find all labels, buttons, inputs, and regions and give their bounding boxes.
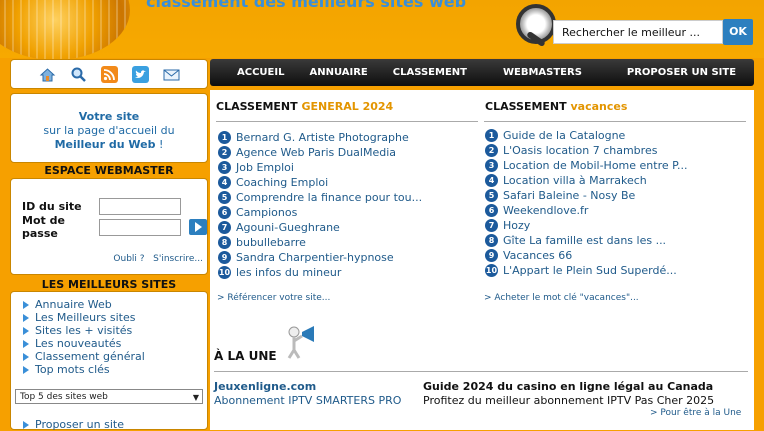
table-row[interactable]: 7 Hozy bbox=[485, 218, 688, 233]
webmaster-panel: ID du site Mot de passe Oubli ? S'inscri… bbox=[10, 178, 208, 275]
nav-accueil[interactable]: ACCUEIL bbox=[237, 67, 284, 78]
table-row[interactable]: 6 Campionos bbox=[218, 205, 422, 220]
divider bbox=[214, 371, 748, 372]
une-title: À LA UNE bbox=[214, 349, 277, 363]
site-id-field[interactable] bbox=[99, 198, 181, 215]
table-row[interactable]: 3 Location de Mobil-Home entre P... bbox=[485, 158, 688, 173]
une-left-sub[interactable]: Abonnement IPTV SMARTERS PRO bbox=[214, 394, 401, 407]
account-links: Oubli ? S'inscrire... bbox=[113, 254, 203, 264]
best-sites-title: LES MEILLEURS SITES bbox=[41, 278, 177, 291]
list-item[interactable]: Sites les + visités bbox=[23, 324, 207, 337]
une-promote-link[interactable]: > Pour être à la Une bbox=[650, 408, 741, 418]
promo-line3-suffix: ! bbox=[155, 138, 164, 151]
une-right-sub[interactable]: Profitez du meilleur abonnement IPTV Pas… bbox=[423, 394, 714, 407]
table-row[interactable]: 8 Gîte La famille est dans les ... bbox=[485, 233, 688, 248]
main-content: CLASSEMENT GENERAL 2024 1 Bernard G. Arti… bbox=[210, 90, 754, 430]
list-item[interactable]: Les Meilleurs sites bbox=[23, 311, 207, 324]
megaphone-mascot-icon bbox=[280, 320, 320, 360]
best-sites-list: Annuaire Web Les Meilleurs sites Sites l… bbox=[11, 292, 207, 376]
table-row[interactable]: 4 Location villa à Marrakech bbox=[485, 173, 688, 188]
table-row[interactable]: 6 Weekendlove.fr bbox=[485, 203, 688, 218]
nav-classement[interactable]: CLASSEMENT bbox=[393, 67, 467, 78]
ranking-general-list: 1 Bernard G. Artiste Photographe 2 Agence … bbox=[218, 130, 422, 280]
search-button[interactable]: OK bbox=[723, 19, 753, 45]
ranking-vacances-list: 1 Guide de la Catalogne 2 L'Oasis location… bbox=[485, 128, 688, 278]
password-field[interactable] bbox=[99, 219, 181, 236]
table-row[interactable]: 7 Agouni-Gueghrane bbox=[218, 220, 422, 235]
webmaster-title: ESPACE WEBMASTER bbox=[44, 164, 174, 177]
promo-box[interactable]: Votre site sur la page d'accueil du Meil… bbox=[10, 93, 208, 163]
arrow-icon bbox=[23, 365, 29, 374]
mail-icon[interactable] bbox=[163, 66, 180, 83]
search-input[interactable]: Rechercher le meilleur ... bbox=[553, 20, 723, 44]
icon-bar bbox=[10, 59, 208, 89]
propose-site-link[interactable]: Proposer un site bbox=[23, 418, 124, 431]
table-row[interactable]: 9 Vacances 66 bbox=[485, 248, 688, 263]
forgot-link[interactable]: Oubli ? bbox=[113, 254, 144, 264]
search-icon[interactable] bbox=[70, 66, 87, 83]
list-item[interactable]: Top mots clés bbox=[23, 363, 207, 376]
nav-proposer[interactable]: PROPOSER UN SITE bbox=[627, 67, 736, 78]
list-item[interactable]: Annuaire Web bbox=[23, 298, 207, 311]
arrow-icon bbox=[23, 339, 29, 348]
table-row[interactable]: 9 Sandra Charpentier-hypnose bbox=[218, 250, 422, 265]
une-left-title[interactable]: Jeuxenligne.com bbox=[214, 380, 316, 393]
table-row[interactable]: 10 les infos du mineur bbox=[218, 265, 422, 280]
top-sites-select[interactable]: Top 5 des sites web bbox=[15, 389, 203, 405]
rss-icon[interactable] bbox=[100, 65, 118, 83]
main-nav: ACCUEIL ANNUAIRE CLASSEMENT WEBMASTERS P… bbox=[210, 59, 754, 86]
home-icon[interactable] bbox=[39, 66, 56, 83]
header: classement des meilleurs sites web Reche… bbox=[0, 0, 764, 60]
password-label: Mot de passe bbox=[22, 214, 65, 240]
arrow-icon bbox=[23, 352, 29, 361]
une-right-title[interactable]: Guide 2024 du casino en ligne légal au C… bbox=[423, 380, 713, 393]
globe-logo bbox=[0, 0, 130, 60]
twitter-icon[interactable] bbox=[131, 65, 149, 83]
list-item[interactable]: Les nouveautés bbox=[23, 337, 207, 350]
table-row[interactable]: 5 Comprendre la finance pour tou... bbox=[218, 190, 422, 205]
site-id-label: ID du site bbox=[22, 200, 82, 213]
referencer-link[interactable]: > Référencer votre site... bbox=[217, 293, 330, 303]
nav-annuaire[interactable]: ANNUAIRE bbox=[309, 67, 367, 78]
arrow-icon bbox=[23, 420, 29, 429]
site-tagline: classement des meilleurs sites web bbox=[146, 0, 467, 11]
login-button[interactable] bbox=[189, 219, 207, 235]
ranking-vacances-title: CLASSEMENT vacances bbox=[485, 100, 628, 113]
list-item[interactable]: Classement général bbox=[23, 350, 207, 363]
best-sites-panel: Annuaire Web Les Meilleurs sites Sites l… bbox=[10, 291, 208, 431]
table-row[interactable]: 2 Agence Web Paris DualMedia bbox=[218, 145, 422, 160]
table-row[interactable]: 1 Guide de la Catalogne bbox=[485, 128, 688, 143]
signup-link[interactable]: S'inscrire... bbox=[153, 254, 203, 264]
table-row[interactable]: 8 bubullebarre bbox=[218, 235, 422, 250]
table-row[interactable]: 1 Bernard G. Artiste Photographe bbox=[218, 130, 422, 145]
nav-webmasters[interactable]: WEBMASTERS bbox=[503, 67, 582, 78]
table-row[interactable]: 5 Safari Baleine - Nosy Be bbox=[485, 188, 688, 203]
promo-line2: sur la page d'accueil du bbox=[43, 124, 175, 137]
divider bbox=[216, 121, 478, 122]
promo-line1: Votre site bbox=[78, 110, 140, 123]
promo-line3: Meilleur du Web bbox=[54, 138, 156, 151]
arrow-icon bbox=[23, 300, 29, 309]
table-row[interactable]: 10 L'Appart le Plein Sud Superdé... bbox=[485, 263, 688, 278]
table-row[interactable]: 4 Coaching Emploi bbox=[218, 175, 422, 190]
arrow-icon bbox=[23, 326, 29, 335]
arrow-icon bbox=[23, 313, 29, 322]
divider bbox=[484, 121, 746, 122]
table-row[interactable]: 2 L'Oasis location 7 chambres bbox=[485, 143, 688, 158]
ranking-general-title: CLASSEMENT GENERAL 2024 bbox=[216, 100, 394, 113]
buy-keyword-link[interactable]: > Acheter le mot clé "vacances"... bbox=[484, 293, 639, 303]
table-row[interactable]: 3 Job Emploi bbox=[218, 160, 422, 175]
